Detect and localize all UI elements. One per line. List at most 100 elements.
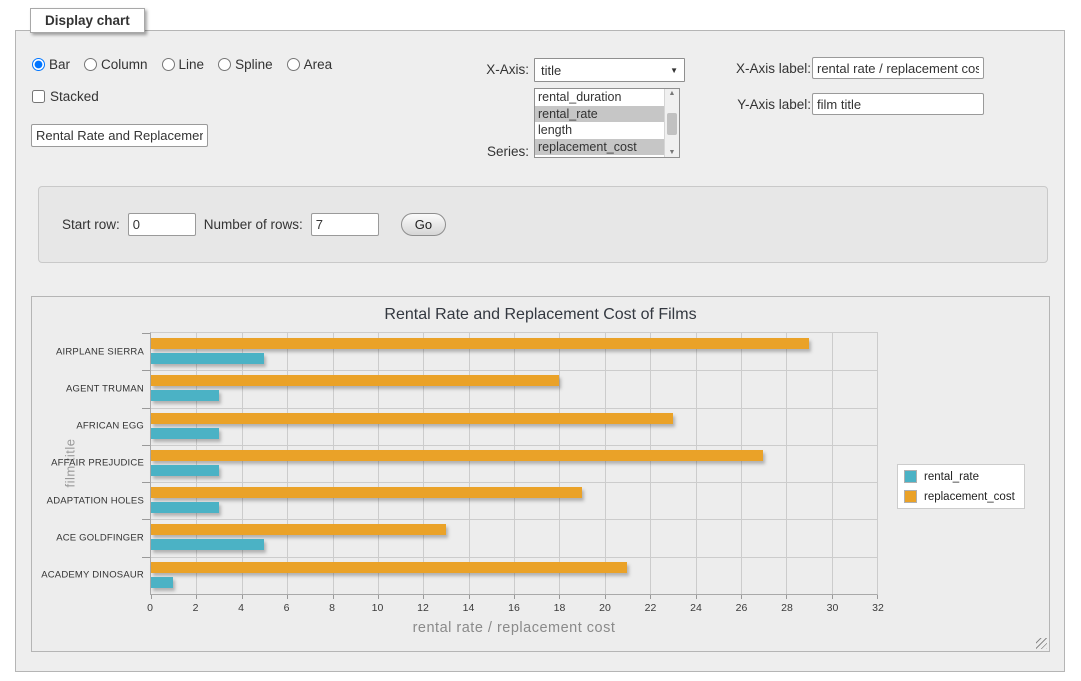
chart-type-option-column[interactable]: Column [84, 57, 148, 72]
row-controls-panel: Start row: Number of rows: Go [38, 186, 1048, 263]
x-axis-select-label: X-Axis: [464, 62, 529, 77]
y-tick-mark [142, 408, 150, 409]
bar-rental_rate [151, 353, 264, 364]
legend-swatch [904, 490, 917, 503]
y-axis-label-label: Y-Axis label: [711, 97, 811, 112]
bar-rental_rate [151, 428, 219, 439]
x-tick-mark [605, 595, 606, 599]
x-tick-label: 12 [417, 602, 429, 614]
x-tick-mark [877, 595, 878, 599]
y-tick-mark [142, 557, 150, 558]
gridline [151, 482, 877, 483]
y-tick-mark [142, 445, 150, 446]
chart-type-radio-spline[interactable] [218, 58, 231, 71]
x-axis-tick-labels: 02468101214161820222426283032 [150, 602, 878, 615]
x-tick-label: 18 [554, 602, 566, 614]
x-axis-select-value: title [541, 63, 561, 78]
chart-type-label: Area [304, 57, 333, 72]
go-button[interactable]: Go [401, 213, 446, 236]
chart-type-option-area[interactable]: Area [287, 57, 333, 72]
series-option-replacement_cost[interactable]: replacement_cost [535, 139, 664, 156]
chart-type-radio-area[interactable] [287, 58, 300, 71]
x-tick-label: 30 [827, 602, 839, 614]
series-scrollbar[interactable]: ▲ ▼ [664, 89, 679, 157]
x-tick-mark [423, 595, 424, 599]
chart-title: Rental Rate and Replacement Cost of Film… [32, 306, 1049, 324]
fieldset-legend: Display chart [30, 8, 145, 33]
x-tick-label: 24 [690, 602, 702, 614]
x-tick-label: 0 [147, 602, 153, 614]
series-listbox[interactable]: rental_durationrental_ratelengthreplacem… [534, 88, 680, 158]
scroll-up-icon[interactable]: ▲ [669, 90, 676, 97]
x-tick-mark [333, 595, 334, 599]
category-row: ADAPTATION HOLES [151, 482, 877, 519]
bar-replacement_cost [151, 450, 763, 461]
category-row: AFFAIR PREJUDICE [151, 445, 877, 482]
chart-type-option-line[interactable]: Line [162, 57, 205, 72]
scrollbar-thumb[interactable] [667, 113, 677, 135]
stacked-checkbox-row[interactable]: Stacked [32, 89, 99, 104]
series-options: rental_durationrental_ratelengthreplacem… [535, 89, 664, 157]
x-tick-mark [469, 595, 470, 599]
bar-replacement_cost [151, 562, 627, 573]
category-row: AIRPLANE SIERRA [151, 333, 877, 370]
x-tick-mark [650, 595, 651, 599]
x-tick-mark [151, 595, 152, 599]
bar-rental_rate [151, 390, 219, 401]
legend-item-replacement_cost: replacement_cost [904, 490, 1015, 503]
category-row: AGENT TRUMAN [151, 370, 877, 407]
chart-type-radio-group: Bar Column Line Spline Area [32, 57, 332, 72]
x-tick-mark [196, 595, 197, 599]
chart-type-radio-bar[interactable] [32, 58, 45, 71]
chart-title-input[interactable] [31, 124, 208, 147]
start-row-input[interactable] [128, 213, 196, 236]
chevron-down-icon: ▼ [670, 66, 678, 75]
chart-container: Rental Rate and Replacement Cost of Film… [31, 296, 1050, 652]
chart-type-option-bar[interactable]: Bar [32, 57, 70, 72]
chart-type-label: Bar [49, 57, 70, 72]
series-option-rental_rate[interactable]: rental_rate [535, 106, 664, 123]
category-label: AGENT TRUMAN [66, 383, 144, 394]
bar-rental_rate [151, 539, 264, 550]
number-of-rows-input[interactable] [311, 213, 379, 236]
chart-type-option-spline[interactable]: Spline [218, 57, 273, 72]
x-tick-mark [559, 595, 560, 599]
chart-type-radio-line[interactable] [162, 58, 175, 71]
y-axis-label-input[interactable] [812, 93, 984, 115]
gridline [151, 408, 877, 409]
x-tick-label: 20 [599, 602, 611, 614]
x-tick-mark [696, 595, 697, 599]
bar-replacement_cost [151, 375, 559, 386]
series-option-rental_duration[interactable]: rental_duration [535, 89, 664, 106]
chart-x-axis-title: rental rate / replacement cost [150, 620, 878, 636]
category-label: AFFAIR PREJUDICE [51, 458, 144, 469]
scroll-down-icon[interactable]: ▼ [669, 149, 676, 156]
y-tick-mark [142, 519, 150, 520]
y-tick-mark [142, 370, 150, 371]
x-tick-mark [287, 595, 288, 599]
x-tick-label: 6 [284, 602, 290, 614]
legend-swatch [904, 470, 917, 483]
gridline [877, 333, 878, 594]
x-axis-label-input[interactable] [812, 57, 984, 79]
bar-rental_rate [151, 465, 219, 476]
x-tick-label: 4 [238, 602, 244, 614]
category-row: ACADEMY DINOSAUR [151, 557, 877, 594]
gridline [151, 333, 877, 334]
legend-label: rental_rate [924, 471, 979, 483]
chart-type-radio-column[interactable] [84, 58, 97, 71]
stacked-checkbox[interactable] [32, 90, 45, 103]
category-label: ACADEMY DINOSAUR [41, 570, 144, 581]
x-tick-label: 14 [463, 602, 475, 614]
resize-handle[interactable] [1036, 638, 1047, 649]
legend-label: replacement_cost [924, 491, 1015, 503]
x-tick-mark [832, 595, 833, 599]
category-label: AFRICAN EGG [76, 421, 144, 432]
x-axis-select[interactable]: title ▼ [534, 58, 685, 82]
x-tick-mark [378, 595, 379, 599]
series-option-length[interactable]: length [535, 122, 664, 139]
category-label: ADAPTATION HOLES [47, 495, 144, 506]
x-tick-mark [242, 595, 243, 599]
bar-replacement_cost [151, 338, 809, 349]
category-row: ACE GOLDFINGER [151, 519, 877, 556]
